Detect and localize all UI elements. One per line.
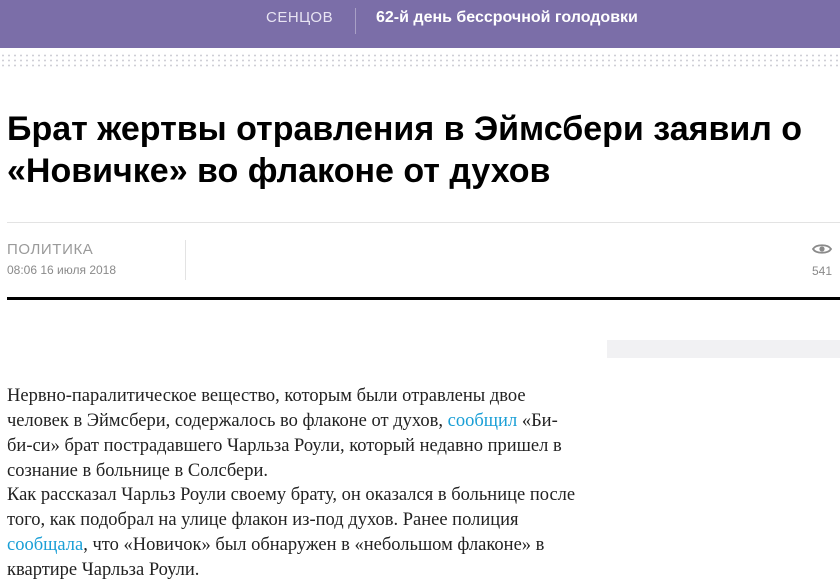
article-title-line-2: «Новичке» во флаконе от духов: [7, 152, 551, 190]
banner-divider: [355, 8, 356, 34]
article-title: Брат жертвы отравления в Эймсбери заявил…: [7, 108, 840, 192]
eye-icon: [812, 244, 832, 254]
sidebar-placeholder: [607, 340, 840, 358]
paragraph-2-text-after: , что «Новичок» был обнаружен в «небольш…: [7, 535, 545, 580]
article-title-line-1: Брат жертвы отравления в Эймсбери заявил…: [7, 110, 803, 148]
banner-headline-link[interactable]: 62-й день бессрочной голодовки: [376, 9, 638, 27]
publish-date: 08:06 16 июля 2018: [7, 263, 117, 277]
source-link-bbc[interactable]: сообщил: [448, 411, 518, 431]
banner-tag-link[interactable]: СЕНЦОВ: [266, 9, 333, 26]
meta-divider: [185, 240, 186, 280]
meta-bottom-rule: [7, 297, 840, 300]
article-paragraph-2: Как рассказал Чарльз Роули своему брату,…: [7, 483, 582, 583]
dotted-separator: [0, 53, 840, 67]
meta-top-rule: [7, 222, 840, 223]
article-paragraph-1: Нервно-паралитическое вещество, которым …: [7, 384, 582, 484]
top-banner: СЕНЦОВ 62-й день бессрочной голодовки: [0, 0, 840, 48]
source-link-police[interactable]: сообщала: [7, 535, 83, 555]
views-count: 541: [812, 264, 833, 278]
paragraph-2-text-before: Как рассказал Чарльз Роули своему брату,…: [7, 485, 576, 530]
rubric-link[interactable]: ПОЛИТИКА: [7, 241, 93, 258]
